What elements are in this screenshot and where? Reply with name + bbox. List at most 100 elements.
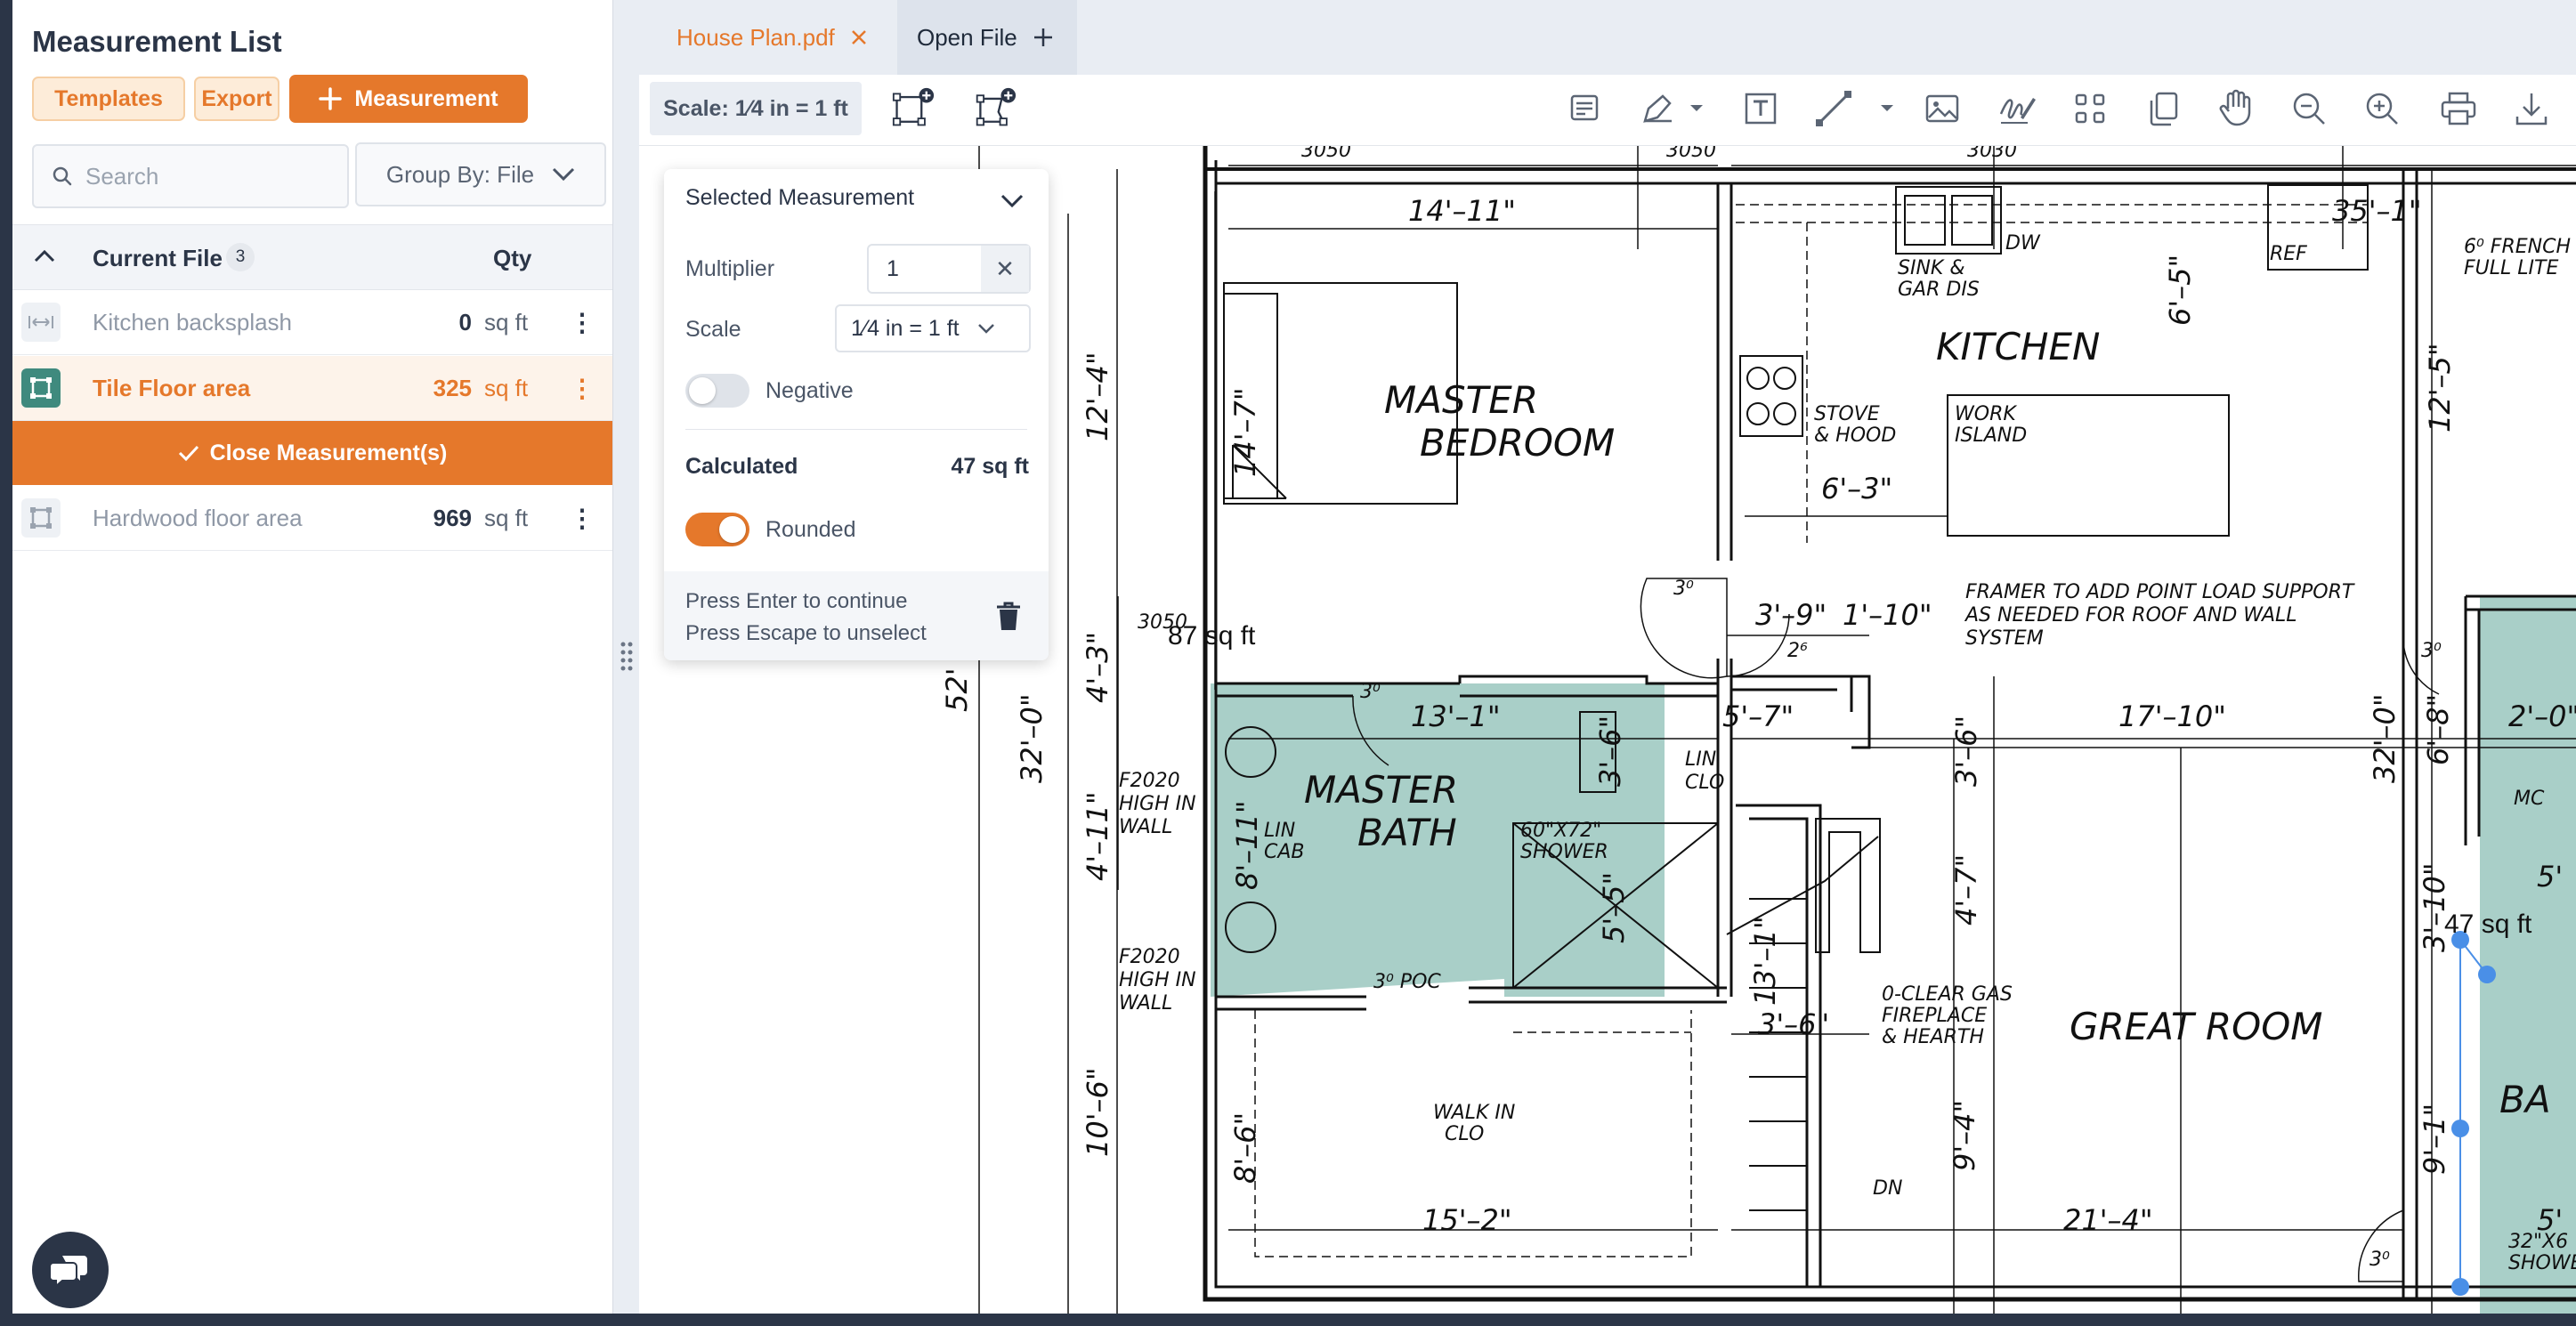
measurement-name: Kitchen backsplash bbox=[93, 308, 293, 336]
group-by-select[interactable]: Group By: File bbox=[355, 142, 606, 206]
plan-note: 3⁰ POC bbox=[1373, 971, 1441, 993]
measurement-unit: sq ft bbox=[484, 504, 529, 531]
dimension-label: 52' bbox=[940, 667, 974, 712]
plan-note: REF bbox=[2270, 243, 2307, 265]
plan-note: 3⁰ bbox=[1673, 578, 1694, 600]
plan-note: MC bbox=[2514, 788, 2545, 810]
multiplier-label: Multiplier bbox=[685, 256, 775, 281]
plan-note: F2020 bbox=[1119, 946, 1180, 968]
close-measurements-button[interactable]: Close Measurement(s) bbox=[12, 421, 612, 485]
text-box-icon[interactable] bbox=[1739, 87, 1782, 130]
open-file-label: Open File bbox=[917, 23, 1017, 51]
app-frame: Measurement List Templates Export Measur… bbox=[0, 0, 2576, 1326]
clear-icon[interactable]: ✕ bbox=[981, 246, 1029, 292]
measurement-row-active[interactable]: Tile Floor area 325 sq ft ⋮ bbox=[12, 356, 612, 421]
close-icon[interactable] bbox=[851, 29, 867, 45]
print-icon[interactable] bbox=[2437, 87, 2480, 130]
check-icon bbox=[178, 445, 198, 462]
trash-icon[interactable] bbox=[995, 602, 1022, 632]
rounded-toggle[interactable] bbox=[685, 513, 749, 546]
file-count-badge: 3 bbox=[226, 243, 255, 271]
tab-house-plan[interactable]: House Plan.pdf bbox=[659, 0, 897, 75]
measurement-row[interactable]: Hardwood floor area 969 sq ft ⋮ bbox=[12, 486, 612, 551]
add-polygon-icon[interactable] bbox=[974, 87, 1017, 130]
plan-note: FIREPLACE bbox=[1882, 1005, 1987, 1027]
line-icon[interactable] bbox=[1812, 87, 1855, 130]
add-area-icon[interactable] bbox=[892, 87, 935, 130]
dimension-label: 13'–1" bbox=[1411, 699, 1501, 733]
dimension-label: 3'–6" bbox=[1949, 716, 1983, 787]
copy-pages-icon[interactable] bbox=[2142, 87, 2184, 130]
scale-select[interactable]: 1⁄4 in = 1 ft bbox=[835, 304, 1031, 352]
measurement-unit: sq ft bbox=[484, 374, 529, 401]
grid-icon[interactable] bbox=[2069, 87, 2111, 130]
dimension-label: 15'–2" bbox=[1422, 1203, 1512, 1237]
tab-open-file[interactable]: Open File bbox=[897, 0, 1077, 75]
image-icon[interactable] bbox=[1921, 87, 1964, 130]
rounded-label: Rounded bbox=[766, 517, 856, 542]
chevron-down-icon bbox=[977, 324, 994, 334]
measurement-row[interactable]: Kitchen backsplash 0 sq ft ⋮ bbox=[12, 290, 612, 355]
line-dropdown-icon[interactable] bbox=[1876, 87, 1898, 130]
dimension-label: 21'–4" bbox=[2063, 1203, 2153, 1237]
plan-note: WALK IN bbox=[1433, 1102, 1515, 1124]
dimension-label: 4'–7" bbox=[1949, 854, 1983, 926]
dimension-label: 5'–7" bbox=[1722, 699, 1794, 733]
dimension-label: 1'–10" bbox=[1843, 598, 1932, 632]
plan-note: 3⁰ bbox=[2421, 640, 2442, 662]
resize-handle[interactable] bbox=[612, 0, 639, 1314]
dimension-label: 4'–11" bbox=[1081, 791, 1114, 881]
scale-indicator[interactable]: Scale: 1⁄4 in = 1 ft bbox=[650, 82, 862, 135]
pen-dropdown-icon[interactable] bbox=[1686, 87, 1707, 130]
more-icon[interactable]: ⋮ bbox=[570, 504, 595, 533]
negative-toggle[interactable] bbox=[685, 374, 749, 408]
dimension-label: 5'–5" bbox=[1597, 872, 1631, 943]
add-measurement-button[interactable]: Measurement bbox=[289, 75, 528, 123]
plan-note: & HEARTH bbox=[1882, 1026, 1984, 1048]
plan-note: WALL bbox=[1119, 992, 1172, 1015]
group-by-label: Group By: File bbox=[385, 160, 535, 188]
measurement-unit: sq ft bbox=[484, 308, 529, 336]
chevron-down-icon[interactable] bbox=[1000, 194, 1024, 208]
more-icon[interactable]: ⋮ bbox=[570, 308, 595, 337]
plan-note: LIN bbox=[1685, 748, 1716, 771]
plan-note: F2020 bbox=[1119, 770, 1180, 792]
zoom-in-icon[interactable] bbox=[2361, 87, 2403, 130]
search-input[interactable]: Search bbox=[32, 144, 349, 208]
plan-note: 3⁰ bbox=[2369, 1249, 2390, 1271]
plan-note: 2⁶ bbox=[1787, 640, 1808, 662]
chat-button[interactable] bbox=[32, 1232, 109, 1308]
room-label: MASTER bbox=[1384, 378, 1538, 422]
more-icon[interactable]: ⋮ bbox=[570, 374, 595, 403]
calculated-value: 47 sq ft bbox=[951, 454, 1029, 479]
room-label: KITCHEN bbox=[1936, 325, 2100, 368]
multiplier-input[interactable]: 1 ✕ bbox=[867, 244, 1031, 294]
templates-button[interactable]: Templates bbox=[32, 77, 185, 121]
dimension-label: 10'–6" bbox=[1081, 1067, 1114, 1157]
pen-icon[interactable] bbox=[1636, 87, 1679, 130]
selected-measurement-title: Selected Measurement bbox=[685, 185, 915, 210]
zoom-out-icon[interactable] bbox=[2288, 87, 2330, 130]
hand-icon[interactable] bbox=[2215, 87, 2257, 130]
signature-icon[interactable] bbox=[1996, 87, 2038, 130]
plan-note: SHOWER bbox=[1520, 841, 1608, 863]
scale-value: 1⁄4 in = 1 ft bbox=[851, 315, 960, 341]
measurement-name: Hardwood floor area bbox=[93, 504, 303, 531]
dimension-label: 9'–4" bbox=[1948, 1100, 1981, 1171]
area-label: 87 sq ft bbox=[1168, 621, 1256, 651]
export-button[interactable]: Export bbox=[194, 77, 279, 121]
dimension-label: 4'–3" bbox=[1081, 632, 1114, 703]
note-icon[interactable] bbox=[1563, 87, 1606, 130]
dimension-label: 14'–7" bbox=[1228, 387, 1262, 477]
plus-icon bbox=[1033, 28, 1052, 46]
selected-measurement-panel: Selected Measurement Multiplier 1 ✕ Scal… bbox=[664, 169, 1049, 660]
plan-note: STOVE bbox=[1814, 403, 1880, 425]
dimension-label: 12'–5" bbox=[2423, 343, 2457, 433]
download-icon[interactable] bbox=[2510, 87, 2553, 130]
chevron-up-icon[interactable] bbox=[34, 248, 55, 263]
measurement-sidebar: Measurement List Templates Export Measur… bbox=[12, 0, 612, 1314]
panel-title: Measurement List bbox=[32, 25, 282, 58]
plan-note: DW bbox=[2005, 232, 2041, 255]
plan-note: 3050 bbox=[1301, 146, 1351, 162]
drag-handle-icon[interactable] bbox=[620, 641, 633, 673]
